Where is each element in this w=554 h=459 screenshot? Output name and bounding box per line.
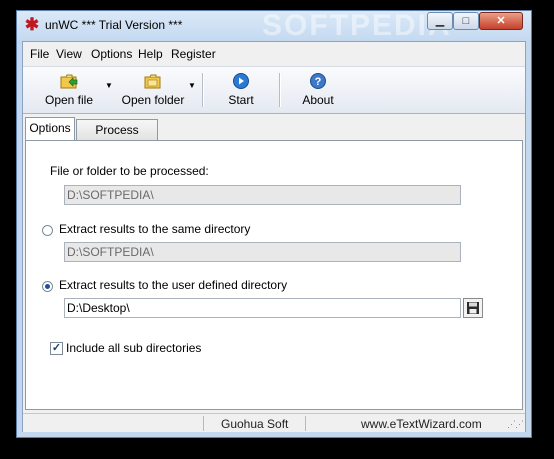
- client-area: File View Options Help Register Open fil…: [22, 41, 526, 432]
- start-button[interactable]: Start: [223, 69, 259, 111]
- minimize-icon: ▁: [435, 15, 445, 27]
- resize-grip-icon[interactable]: ⋰⋰: [507, 419, 524, 430]
- source-path-field[interactable]: D:\SOFTPEDIA\: [64, 185, 461, 205]
- same-directory-field[interactable]: D:\SOFTPEDIA\: [64, 242, 461, 262]
- menu-file[interactable]: File: [30, 47, 49, 61]
- open-file-button[interactable]: Open file: [41, 69, 97, 111]
- open-folder-dropdown-icon[interactable]: ▼: [188, 81, 196, 90]
- app-window: ✱ unWC *** Trial Version *** SOFTPEDIA ▁…: [16, 9, 532, 438]
- open-folder-icon: [144, 74, 161, 89]
- open-folder-button[interactable]: Open folder: [119, 69, 187, 111]
- include-subdirs-label[interactable]: Include all sub directories: [66, 341, 201, 355]
- toolbar: Open file ▼ Open folder ▼ Start ? About: [23, 66, 525, 114]
- same-directory-radio[interactable]: [42, 225, 53, 236]
- help-icon: ?: [310, 73, 326, 89]
- user-directory-field[interactable]: D:\Desktop\: [64, 298, 461, 318]
- status-company: Guohua Soft: [221, 417, 289, 431]
- open-file-dropdown-icon[interactable]: ▼: [105, 81, 113, 90]
- menu-register[interactable]: Register: [171, 47, 216, 61]
- window-title: unWC *** Trial Version ***: [45, 18, 183, 32]
- about-button[interactable]: ? About: [299, 69, 337, 111]
- source-label: File or folder to be processed:: [50, 164, 209, 178]
- user-directory-label[interactable]: Extract results to the user defined dire…: [59, 278, 287, 292]
- play-icon: [233, 73, 249, 89]
- user-directory-radio[interactable]: [42, 281, 53, 292]
- svg-text:?: ?: [315, 76, 322, 88]
- menu-help[interactable]: Help: [138, 47, 163, 61]
- browse-save-button[interactable]: [463, 298, 483, 318]
- minimize-button[interactable]: ▁: [427, 12, 453, 30]
- app-logo-icon[interactable]: ✱: [23, 16, 41, 34]
- toolbar-separator: [202, 73, 203, 107]
- close-icon: ✕: [496, 15, 506, 27]
- tab-process-details[interactable]: Process Details: [76, 119, 158, 157]
- maximize-button[interactable]: □: [453, 12, 479, 30]
- status-separator: [305, 416, 306, 431]
- floppy-disk-icon: [467, 302, 479, 314]
- status-separator: [203, 416, 204, 431]
- options-panel: File or folder to be processed: D:\SOFTP…: [25, 140, 523, 410]
- status-website: www.eTextWizard.com: [361, 417, 482, 431]
- close-button[interactable]: ✕: [479, 12, 523, 30]
- menu-bar: File View Options Help Register: [23, 42, 525, 66]
- include-subdirs-checkbox[interactable]: ✓: [50, 342, 63, 355]
- maximize-icon: □: [462, 15, 470, 27]
- status-bar: Guohua Soft www.eTextWizard.com ⋰⋰: [23, 413, 525, 432]
- watermark-text: SOFTPEDIA: [262, 9, 452, 42]
- open-folder-label: Open folder: [121, 93, 185, 107]
- same-directory-label[interactable]: Extract results to the same directory: [59, 222, 250, 236]
- start-label: Start: [228, 93, 254, 107]
- tab-options[interactable]: Options: [25, 117, 75, 140]
- open-file-label: Open file: [44, 93, 94, 107]
- toolbar-separator: [279, 73, 280, 107]
- menu-options[interactable]: Options: [91, 47, 132, 61]
- title-bar[interactable]: ✱ unWC *** Trial Version *** SOFTPEDIA ▁…: [17, 9, 531, 42]
- menu-view[interactable]: View: [56, 47, 82, 61]
- about-label: About: [302, 93, 334, 107]
- open-file-icon: [60, 74, 78, 89]
